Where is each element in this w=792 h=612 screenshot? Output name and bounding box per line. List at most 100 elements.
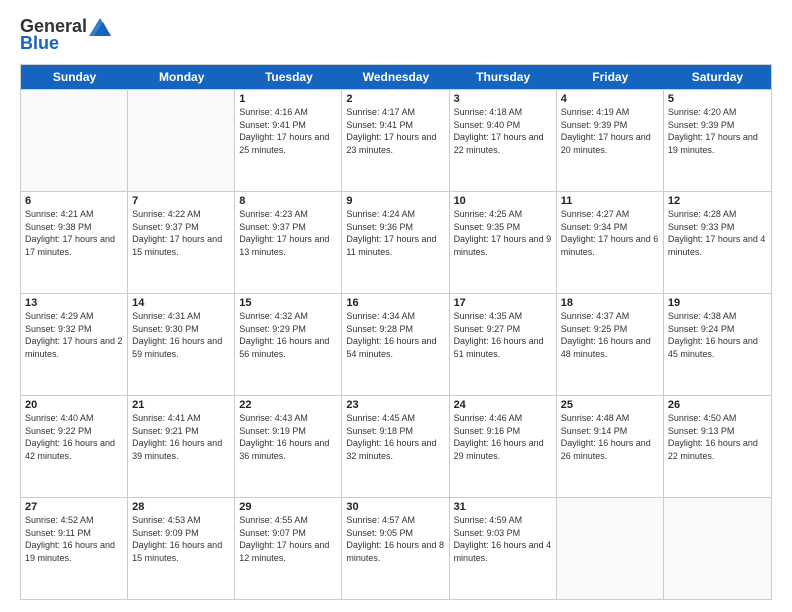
day-number: 28 <box>132 501 230 513</box>
day-number: 29 <box>239 501 337 513</box>
calendar-row-3: 13Sunrise: 4:29 AMSunset: 9:32 PMDayligh… <box>21 293 771 395</box>
day-info: Sunrise: 4:29 AMSunset: 9:32 PMDaylight:… <box>25 310 123 360</box>
calendar-row-5: 27Sunrise: 4:52 AMSunset: 9:11 PMDayligh… <box>21 497 771 599</box>
calendar-row-4: 20Sunrise: 4:40 AMSunset: 9:22 PMDayligh… <box>21 395 771 497</box>
day-info: Sunrise: 4:19 AMSunset: 9:39 PMDaylight:… <box>561 106 659 156</box>
day-number: 11 <box>561 195 659 207</box>
calendar-cell <box>21 90 128 191</box>
header-cell-wednesday: Wednesday <box>342 65 449 89</box>
calendar-cell: 22Sunrise: 4:43 AMSunset: 9:19 PMDayligh… <box>235 396 342 497</box>
logo-icon <box>89 18 111 36</box>
day-info: Sunrise: 4:34 AMSunset: 9:28 PMDaylight:… <box>346 310 444 360</box>
day-number: 31 <box>454 501 552 513</box>
day-info: Sunrise: 4:59 AMSunset: 9:03 PMDaylight:… <box>454 514 552 564</box>
header-cell-sunday: Sunday <box>21 65 128 89</box>
calendar-cell: 31Sunrise: 4:59 AMSunset: 9:03 PMDayligh… <box>450 498 557 599</box>
day-info: Sunrise: 4:52 AMSunset: 9:11 PMDaylight:… <box>25 514 123 564</box>
day-number: 7 <box>132 195 230 207</box>
calendar-cell: 4Sunrise: 4:19 AMSunset: 9:39 PMDaylight… <box>557 90 664 191</box>
day-info: Sunrise: 4:22 AMSunset: 9:37 PMDaylight:… <box>132 208 230 258</box>
day-info: Sunrise: 4:35 AMSunset: 9:27 PMDaylight:… <box>454 310 552 360</box>
day-info: Sunrise: 4:25 AMSunset: 9:35 PMDaylight:… <box>454 208 552 258</box>
day-info: Sunrise: 4:40 AMSunset: 9:22 PMDaylight:… <box>25 412 123 462</box>
calendar-row-1: 1Sunrise: 4:16 AMSunset: 9:41 PMDaylight… <box>21 89 771 191</box>
calendar-cell: 10Sunrise: 4:25 AMSunset: 9:35 PMDayligh… <box>450 192 557 293</box>
day-number: 5 <box>668 93 767 105</box>
day-number: 27 <box>25 501 123 513</box>
calendar-header: SundayMondayTuesdayWednesdayThursdayFrid… <box>21 65 771 89</box>
day-info: Sunrise: 4:50 AMSunset: 9:13 PMDaylight:… <box>668 412 767 462</box>
day-info: Sunrise: 4:21 AMSunset: 9:38 PMDaylight:… <box>25 208 123 258</box>
calendar-cell: 14Sunrise: 4:31 AMSunset: 9:30 PMDayligh… <box>128 294 235 395</box>
calendar-cell: 6Sunrise: 4:21 AMSunset: 9:38 PMDaylight… <box>21 192 128 293</box>
calendar-cell: 29Sunrise: 4:55 AMSunset: 9:07 PMDayligh… <box>235 498 342 599</box>
calendar-cell: 23Sunrise: 4:45 AMSunset: 9:18 PMDayligh… <box>342 396 449 497</box>
calendar-cell: 27Sunrise: 4:52 AMSunset: 9:11 PMDayligh… <box>21 498 128 599</box>
calendar-cell: 2Sunrise: 4:17 AMSunset: 9:41 PMDaylight… <box>342 90 449 191</box>
day-info: Sunrise: 4:18 AMSunset: 9:40 PMDaylight:… <box>454 106 552 156</box>
day-info: Sunrise: 4:55 AMSunset: 9:07 PMDaylight:… <box>239 514 337 564</box>
day-number: 15 <box>239 297 337 309</box>
page: General Blue SundayMondayTuesdayWednesda… <box>0 0 792 612</box>
day-number: 13 <box>25 297 123 309</box>
header-cell-saturday: Saturday <box>664 65 771 89</box>
header-cell-friday: Friday <box>557 65 664 89</box>
calendar-cell: 13Sunrise: 4:29 AMSunset: 9:32 PMDayligh… <box>21 294 128 395</box>
calendar-cell: 1Sunrise: 4:16 AMSunset: 9:41 PMDaylight… <box>235 90 342 191</box>
calendar-cell: 17Sunrise: 4:35 AMSunset: 9:27 PMDayligh… <box>450 294 557 395</box>
day-number: 25 <box>561 399 659 411</box>
day-number: 9 <box>346 195 444 207</box>
header-cell-tuesday: Tuesday <box>235 65 342 89</box>
day-number: 22 <box>239 399 337 411</box>
calendar-body: 1Sunrise: 4:16 AMSunset: 9:41 PMDaylight… <box>21 89 771 599</box>
day-number: 6 <box>25 195 123 207</box>
day-info: Sunrise: 4:20 AMSunset: 9:39 PMDaylight:… <box>668 106 767 156</box>
header: General Blue <box>20 16 772 54</box>
day-info: Sunrise: 4:31 AMSunset: 9:30 PMDaylight:… <box>132 310 230 360</box>
day-info: Sunrise: 4:28 AMSunset: 9:33 PMDaylight:… <box>668 208 767 258</box>
calendar-cell: 16Sunrise: 4:34 AMSunset: 9:28 PMDayligh… <box>342 294 449 395</box>
calendar-cell: 25Sunrise: 4:48 AMSunset: 9:14 PMDayligh… <box>557 396 664 497</box>
header-cell-monday: Monday <box>128 65 235 89</box>
day-info: Sunrise: 4:16 AMSunset: 9:41 PMDaylight:… <box>239 106 337 156</box>
calendar-cell: 26Sunrise: 4:50 AMSunset: 9:13 PMDayligh… <box>664 396 771 497</box>
day-number: 19 <box>668 297 767 309</box>
header-cell-thursday: Thursday <box>450 65 557 89</box>
day-info: Sunrise: 4:23 AMSunset: 9:37 PMDaylight:… <box>239 208 337 258</box>
day-number: 26 <box>668 399 767 411</box>
day-number: 10 <box>454 195 552 207</box>
day-info: Sunrise: 4:43 AMSunset: 9:19 PMDaylight:… <box>239 412 337 462</box>
calendar-row-2: 6Sunrise: 4:21 AMSunset: 9:38 PMDaylight… <box>21 191 771 293</box>
day-info: Sunrise: 4:24 AMSunset: 9:36 PMDaylight:… <box>346 208 444 258</box>
day-number: 24 <box>454 399 552 411</box>
day-info: Sunrise: 4:17 AMSunset: 9:41 PMDaylight:… <box>346 106 444 156</box>
day-info: Sunrise: 4:37 AMSunset: 9:25 PMDaylight:… <box>561 310 659 360</box>
day-number: 3 <box>454 93 552 105</box>
day-info: Sunrise: 4:48 AMSunset: 9:14 PMDaylight:… <box>561 412 659 462</box>
day-number: 8 <box>239 195 337 207</box>
day-info: Sunrise: 4:45 AMSunset: 9:18 PMDaylight:… <box>346 412 444 462</box>
calendar-cell <box>664 498 771 599</box>
logo: General Blue <box>20 16 111 54</box>
calendar: SundayMondayTuesdayWednesdayThursdayFrid… <box>20 64 772 600</box>
calendar-cell: 9Sunrise: 4:24 AMSunset: 9:36 PMDaylight… <box>342 192 449 293</box>
calendar-cell: 28Sunrise: 4:53 AMSunset: 9:09 PMDayligh… <box>128 498 235 599</box>
day-number: 30 <box>346 501 444 513</box>
calendar-cell: 24Sunrise: 4:46 AMSunset: 9:16 PMDayligh… <box>450 396 557 497</box>
day-number: 14 <box>132 297 230 309</box>
day-number: 4 <box>561 93 659 105</box>
day-number: 1 <box>239 93 337 105</box>
day-info: Sunrise: 4:46 AMSunset: 9:16 PMDaylight:… <box>454 412 552 462</box>
day-number: 23 <box>346 399 444 411</box>
calendar-cell: 11Sunrise: 4:27 AMSunset: 9:34 PMDayligh… <box>557 192 664 293</box>
day-info: Sunrise: 4:41 AMSunset: 9:21 PMDaylight:… <box>132 412 230 462</box>
calendar-cell <box>128 90 235 191</box>
calendar-cell: 12Sunrise: 4:28 AMSunset: 9:33 PMDayligh… <box>664 192 771 293</box>
calendar-cell: 20Sunrise: 4:40 AMSunset: 9:22 PMDayligh… <box>21 396 128 497</box>
calendar-cell: 18Sunrise: 4:37 AMSunset: 9:25 PMDayligh… <box>557 294 664 395</box>
day-number: 18 <box>561 297 659 309</box>
day-info: Sunrise: 4:53 AMSunset: 9:09 PMDaylight:… <box>132 514 230 564</box>
calendar-cell: 21Sunrise: 4:41 AMSunset: 9:21 PMDayligh… <box>128 396 235 497</box>
calendar-cell: 3Sunrise: 4:18 AMSunset: 9:40 PMDaylight… <box>450 90 557 191</box>
calendar-cell: 15Sunrise: 4:32 AMSunset: 9:29 PMDayligh… <box>235 294 342 395</box>
